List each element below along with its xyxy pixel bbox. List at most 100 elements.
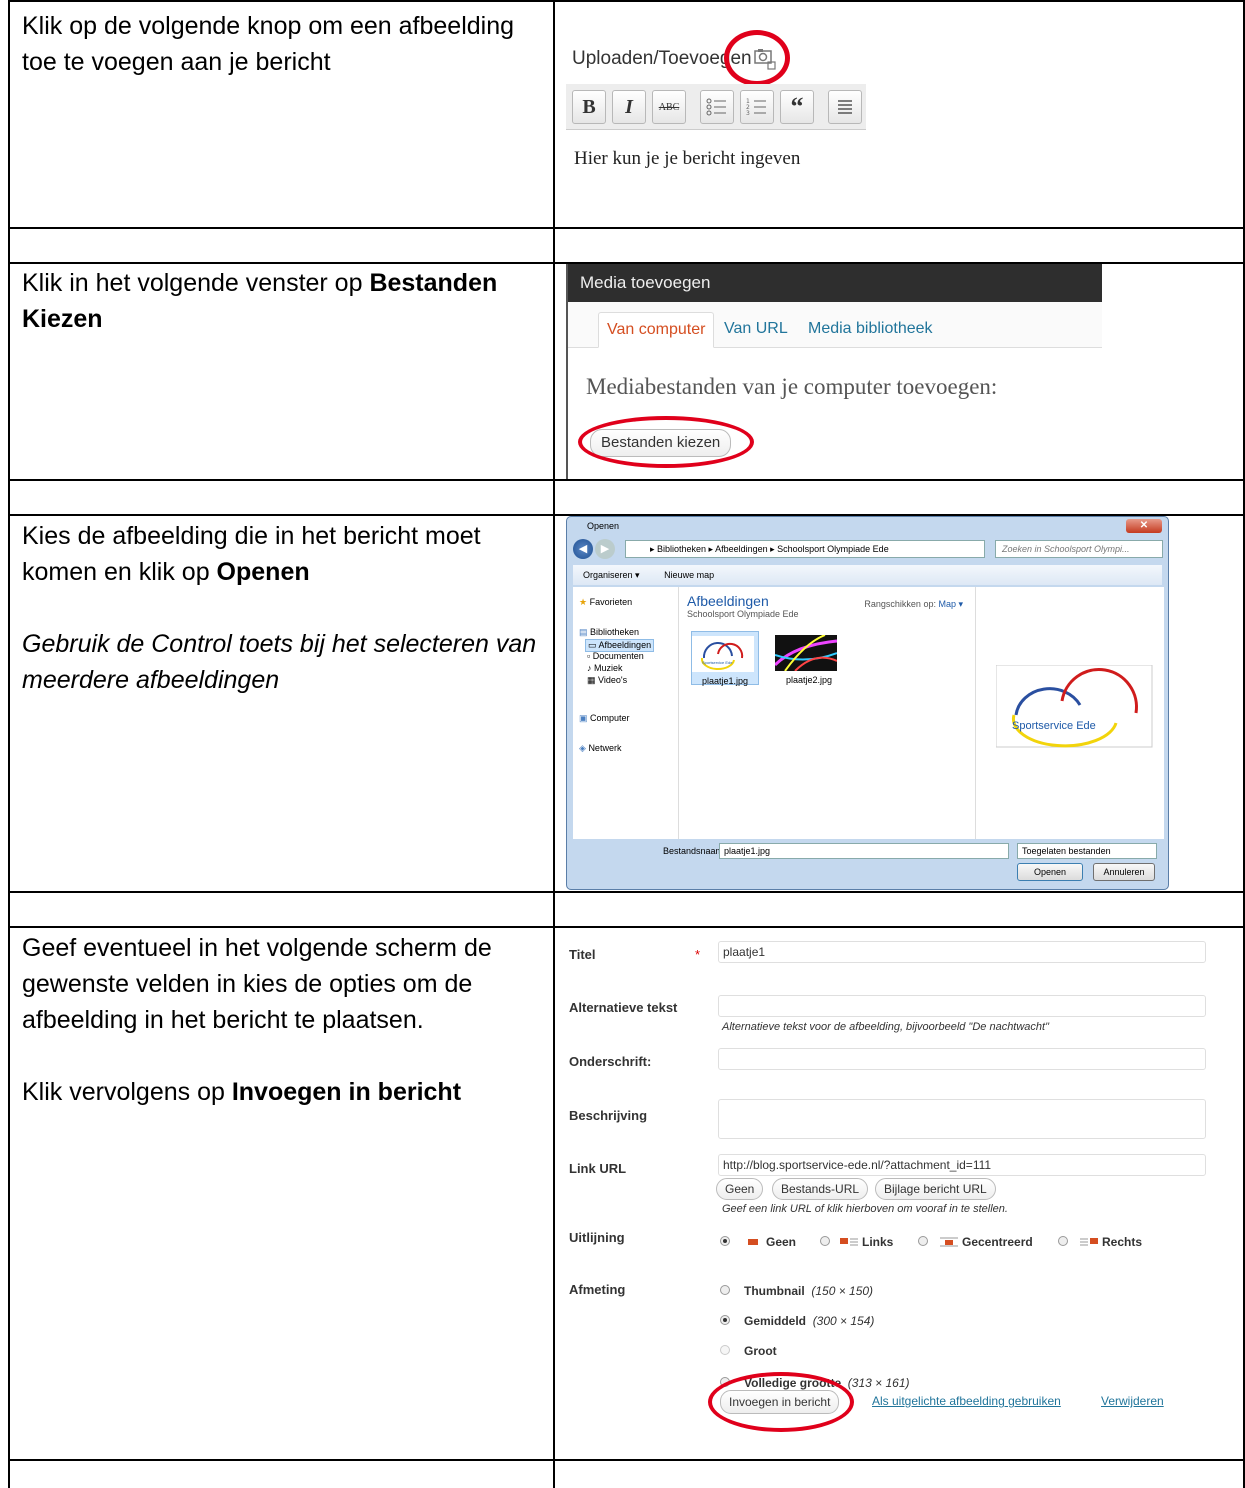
row-divider — [8, 479, 1245, 481]
description-textarea[interactable] — [718, 1099, 1206, 1139]
instruction-run: Klik vervolgens op — [22, 1078, 232, 1106]
arrange-value[interactable]: Map ▾ — [938, 599, 963, 609]
nav-music[interactable]: ♪ Muziek — [587, 663, 623, 673]
arrange-by[interactable]: Rangschikken op: Map ▾ — [864, 599, 963, 610]
size-dimensions: (150 × 150) — [811, 1284, 874, 1298]
link-url-label: Link URL — [569, 1161, 627, 1176]
nav-computer[interactable]: ▣ Computer — [579, 713, 630, 724]
preview-pane: Sportservice Ede — [975, 587, 1164, 839]
align-none-radio[interactable] — [720, 1236, 730, 1246]
align-right-label: Rechts — [1102, 1235, 1143, 1249]
alt-text-help: Alternatieve tekst voor de afbeelding, b… — [722, 1021, 1050, 1033]
organize-menu[interactable]: Organiseren ▾ — [583, 570, 640, 580]
instruction-run: Klik op de volgende knop om een afbeeldi… — [22, 12, 515, 76]
highlight-circle — [708, 1372, 854, 1432]
bold-button[interactable]: B — [572, 90, 606, 124]
nav-documents[interactable]: ▫ Documenten — [587, 651, 644, 661]
media-dialog-screenshot: Media toevoegen Van computer Van URL Med… — [566, 264, 1102, 479]
use-as-featured-image-link[interactable]: Als uitgelichte afbeelding gebruiken — [872, 1394, 1061, 1408]
new-folder-button[interactable]: Nieuwe map — [664, 570, 714, 580]
cancel-button[interactable]: Annuleren — [1093, 863, 1155, 881]
link-url-input[interactable]: http://blog.sportservice-ede.nl/?attachm… — [718, 1154, 1206, 1176]
editor-body-text[interactable]: Hier kun je je bericht ingeven — [574, 148, 800, 170]
file-thumbnail[interactable]: plaatje2.jpg — [773, 631, 843, 685]
back-icon[interactable]: ◀ — [573, 539, 593, 559]
editor-screenshot: Uploaden/Toevoegen B I ABC 1 2 3 “ Hier … — [566, 0, 866, 230]
size-large-label: Groot — [744, 1344, 777, 1358]
size-dimensions: (313 × 161) — [847, 1376, 910, 1390]
row-divider — [8, 926, 1245, 928]
file-pane: Afbeeldingen Schoolsport Olympiade Ede R… — [679, 587, 975, 839]
size-thumbnail-radio[interactable] — [720, 1285, 730, 1295]
size-large-radio[interactable] — [720, 1345, 730, 1355]
nav-label: Computer — [590, 713, 630, 723]
bold-term: Openen — [216, 558, 310, 586]
step-2-text: Klik in het volgende venster op Bestande… — [22, 265, 542, 337]
file-thumbnail[interactable]: Sportservice Ede plaatje1.jpg — [691, 631, 759, 686]
breadcrumb[interactable]: ▸ Bibliotheken ▸ Afbeeldingen ▸ Schoolsp… — [625, 540, 985, 558]
link-none-button[interactable]: Geen — [716, 1178, 764, 1200]
delete-link[interactable]: Verwijderen — [1101, 1394, 1164, 1408]
file-name: plaatje1.jpg — [701, 676, 749, 686]
attachment-post-url-button[interactable]: Bijlage bericht URL — [875, 1178, 996, 1200]
nav-label: Documenten — [592, 651, 644, 661]
align-center-icon — [940, 1237, 958, 1247]
close-icon[interactable]: ✕ — [1126, 519, 1162, 533]
align-left-label: Links — [862, 1235, 894, 1249]
colorful-lights-image — [773, 634, 838, 672]
filename-input[interactable]: plaatje1.jpg — [719, 843, 1009, 859]
open-dialog-title: Openen — [587, 521, 620, 531]
caption-input[interactable] — [718, 1048, 1206, 1070]
library-subtitle: Schoolsport Olympiade Ede — [687, 609, 799, 619]
alt-text-label: Alternatieve tekst — [569, 1000, 678, 1015]
highlight-circle — [724, 30, 790, 86]
filename-label: Bestandsnaam: — [663, 846, 726, 856]
alt-text-input[interactable] — [718, 995, 1206, 1017]
nav-network[interactable]: ◈ Netwerk — [579, 743, 621, 754]
command-bar: Organiseren ▾ Nieuwe map — [573, 565, 1162, 585]
instruction-paragraph: Klik in het volgende venster op Bestande… — [22, 265, 542, 337]
align-left-icon — [840, 1238, 858, 1246]
library-icon: ▤ — [579, 627, 588, 637]
nav-videos[interactable]: ▦ Video's — [587, 675, 627, 686]
align-button[interactable] — [828, 90, 862, 124]
size-name: Gemiddeld — [744, 1314, 807, 1328]
numbered-list-button[interactable]: 1 2 3 — [740, 90, 774, 124]
video-icon: ▦ — [587, 675, 596, 685]
media-dialog-title: Media toevoegen — [568, 264, 1102, 302]
size-medium-radio[interactable] — [720, 1315, 730, 1325]
numbered-list-icon: 1 2 3 — [746, 98, 766, 117]
instruction-paragraph: Klik vervolgens op Invoegen in bericht — [22, 1074, 542, 1110]
tab-media-library[interactable]: Media bibliotheek — [800, 312, 941, 348]
bullet-list-button[interactable] — [700, 90, 734, 124]
nav-libraries[interactable]: ▤ Bibliotheken — [579, 627, 639, 638]
instruction-run: Geef eventueel in het volgende scherm de… — [22, 934, 492, 1034]
tab-from-url[interactable]: Van URL — [716, 312, 796, 348]
alignment-label: Uitlijning — [569, 1230, 625, 1245]
strikethrough-button[interactable]: ABC — [652, 90, 686, 124]
align-icon — [838, 100, 852, 114]
align-right-radio[interactable] — [1058, 1236, 1068, 1246]
computer-icon: ▣ — [579, 713, 588, 723]
file-url-button[interactable]: Bestands-URL — [772, 1178, 869, 1200]
italic-button[interactable]: I — [612, 90, 646, 124]
file-type-select[interactable]: Toegelaten bestanden — [1017, 843, 1157, 859]
nav-favorites[interactable]: ★ Favorieten — [579, 597, 632, 608]
size-label: Afmeting — [569, 1282, 626, 1297]
column-divider — [553, 0, 555, 1488]
title-input[interactable]: plaatje1 — [718, 941, 1206, 963]
forward-icon[interactable]: ▶ — [595, 539, 615, 559]
tab-from-computer[interactable]: Van computer — [598, 312, 715, 348]
align-left-radio[interactable] — [820, 1236, 830, 1246]
media-tabs: Van computer Van URL Media bibliotheek — [568, 302, 1102, 348]
description-label: Beschrijving — [569, 1108, 648, 1123]
size-name: Groot — [744, 1344, 777, 1358]
step-1-text: Klik op de volgende knop om een afbeeldi… — [22, 8, 542, 80]
align-center-radio[interactable] — [918, 1236, 928, 1246]
search-input[interactable]: Zoeken in Schoolsport Olympi... — [995, 540, 1163, 558]
row-divider — [8, 891, 1245, 893]
address-bar: ◀ ▶ ▸ Bibliotheken ▸ Afbeeldingen ▸ Scho… — [573, 539, 1163, 561]
svg-text:3: 3 — [746, 110, 750, 117]
blockquote-button[interactable]: “ — [780, 90, 814, 124]
open-button[interactable]: Openen — [1017, 863, 1083, 881]
